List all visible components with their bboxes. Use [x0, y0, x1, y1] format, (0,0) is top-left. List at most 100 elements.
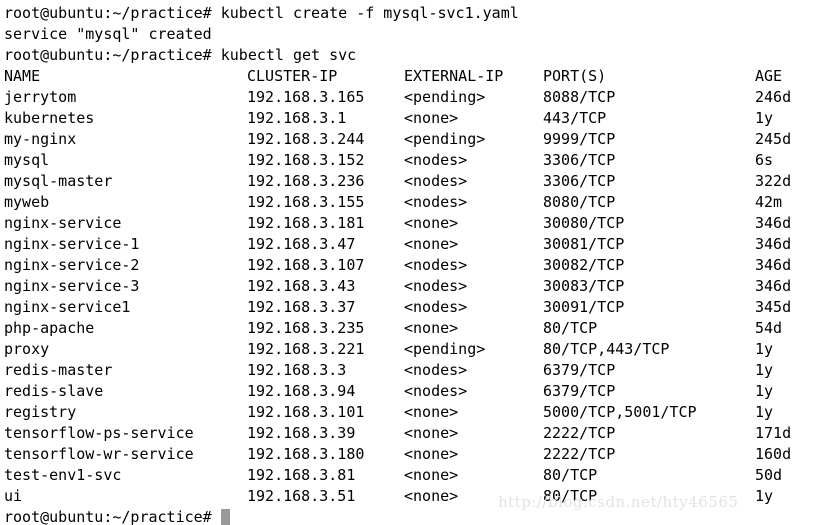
cell-ports: 9999/TCP [543, 130, 616, 148]
cell-cluster-ip: 192.168.3.244 [247, 130, 365, 148]
cell-external-ip: <none> [404, 319, 459, 337]
table-row: php-apache 192.168.3.235 <none> 80/TCP 54d [0, 318, 820, 339]
table-row: proxy 192.168.3.221 <pending> 80/TCP,443/TC… [0, 339, 820, 360]
cell-name: tensorflow-ps-service [4, 424, 194, 442]
cell-age: 1y [755, 109, 774, 127]
cell-external-ip: <pending> [404, 340, 486, 358]
table-header-ports: PORT(S) [543, 67, 607, 85]
cell-external-ip: <nodes> [404, 193, 468, 211]
cell-ports: 443/TCP [543, 109, 607, 127]
cell-age: 345d [755, 298, 792, 316]
cell-ports: 30080/TCP [543, 214, 625, 232]
table-row: myweb 192.168.3.155 <nodes> 8080/TCP 42m [0, 192, 820, 213]
cell-ports: 80/TCP [543, 466, 598, 484]
cell-name: nginx-service-3 [4, 277, 140, 295]
cell-age: 1y [755, 487, 774, 505]
cell-external-ip: <none> [404, 235, 459, 253]
cell-external-ip: <none> [404, 424, 459, 442]
cell-name: redis-slave [4, 382, 104, 400]
cell-age: 346d [755, 256, 792, 274]
table-header-age: AGE [755, 67, 783, 85]
cell-external-ip: <pending> [404, 88, 486, 106]
cell-name: php-apache [4, 319, 95, 337]
cell-cluster-ip: 192.168.3.94 [247, 382, 356, 400]
cell-external-ip: <nodes> [404, 277, 468, 295]
table-row: tensorflow-ps-service 192.168.3.39 <none> 2… [0, 423, 820, 444]
cell-external-ip: <none> [404, 445, 459, 463]
cell-cluster-ip: 192.168.3.107 [247, 256, 365, 274]
table-header-external-ip: EXTERNAL-IP [404, 67, 504, 85]
cell-cluster-ip: 192.168.3.51 [247, 487, 356, 505]
table-row: redis-master 192.168.3.3 <nodes> 6379/TCP 1y [0, 360, 820, 381]
cell-age: 346d [755, 214, 792, 232]
table-row: test-env1-svc 192.168.3.81 <none> 80/TCP 50d [0, 465, 820, 486]
table-row: redis-slave 192.168.3.94 <nodes> 6379/TCP 1y [0, 381, 820, 402]
prompt-string: root@ubuntu:~/practice# [4, 508, 212, 525]
cell-cluster-ip: 192.168.3.47 [247, 235, 356, 253]
cell-external-ip: <nodes> [404, 361, 468, 379]
cell-age: 6s [755, 151, 774, 169]
cell-external-ip: <none> [404, 466, 459, 484]
cell-name: ui [4, 487, 23, 505]
table-row: jerrytom 192.168.3.165 <pending> 8088/TCP 24… [0, 87, 820, 108]
cell-name: proxy [4, 340, 50, 358]
table-row: tensorflow-wr-service 192.168.3.180 <none>… [0, 444, 820, 465]
cell-name: my-nginx [4, 130, 77, 148]
terminal-screen: root@ubuntu:~/practice# kubectl create -… [0, 3, 820, 525]
cell-cluster-ip: 192.168.3.236 [247, 172, 365, 190]
cell-name: mysql [4, 151, 50, 169]
cell-cluster-ip: 192.168.3.39 [247, 424, 356, 442]
cell-name: nginx-service [4, 214, 122, 232]
cell-name: tensorflow-wr-service [4, 445, 194, 463]
cell-age: 346d [755, 277, 792, 295]
cell-age: 322d [755, 172, 792, 190]
cell-external-ip: <none> [404, 109, 459, 127]
cell-cluster-ip: 192.168.3.81 [247, 466, 356, 484]
cell-external-ip: <none> [404, 487, 459, 505]
cell-external-ip: <none> [404, 403, 459, 421]
table-header-row: NAME CLUSTER-IP EXTERNAL-IP PORT(S) AGE [0, 66, 820, 87]
table-row: mysql-master 192.168.3.236 <nodes> 3306/TCP… [0, 171, 820, 192]
cell-external-ip: <pending> [404, 130, 486, 148]
cell-age: 42m [755, 193, 783, 211]
cell-ports: 5000/TCP,5001/TCP [543, 403, 697, 421]
cell-name: test-env1-svc [4, 466, 122, 484]
table-row: mysql 192.168.3.152 <nodes> 3306/TCP 6s [0, 150, 820, 171]
cell-ports: 8088/TCP [543, 88, 616, 106]
cell-age: 246d [755, 88, 792, 106]
cell-name: nginx-service-2 [4, 256, 140, 274]
cell-age: 1y [755, 361, 774, 379]
cell-ports: 3306/TCP [543, 151, 616, 169]
cell-external-ip: <nodes> [404, 151, 468, 169]
cell-ports: 30083/TCP [543, 277, 625, 295]
output-line-service-created: service "mysql" created [0, 24, 820, 45]
cell-ports: 6379/TCP [543, 361, 616, 379]
cell-cluster-ip: 192.168.3.1 [247, 109, 347, 127]
table-header-name: NAME [4, 67, 41, 85]
cell-name: redis-master [4, 361, 113, 379]
cell-age: 160d [755, 445, 792, 463]
terminal-window[interactable]: root@ubuntu:~/practice# kubectl create -… [0, 0, 820, 525]
cell-cluster-ip: 192.168.3.3 [247, 361, 347, 379]
cell-external-ip: <none> [404, 214, 459, 232]
cell-cluster-ip: 192.168.3.101 [247, 403, 365, 421]
cell-age: 245d [755, 130, 792, 148]
cell-name: nginx-service1 [4, 298, 131, 316]
cell-cluster-ip: 192.168.3.37 [247, 298, 356, 316]
cell-external-ip: <nodes> [404, 256, 468, 274]
cell-cluster-ip: 192.168.3.155 [247, 193, 365, 211]
watermark-text: http://blog.csdn.net/hty46565 [498, 493, 739, 511]
output-text-service-created: service "mysql" created [4, 25, 212, 43]
cell-age: 54d [755, 319, 783, 337]
cell-age: 346d [755, 235, 792, 253]
cell-cluster-ip: 192.168.3.180 [247, 445, 365, 463]
table-row: registry 192.168.3.101 <none> 5000/TCP,5001… [0, 402, 820, 423]
cell-external-ip: <nodes> [404, 172, 468, 190]
table-row: nginx-service-3 192.168.3.43 <nodes> 30083/… [0, 276, 820, 297]
cell-ports: 2222/TCP [543, 424, 616, 442]
cell-name: nginx-service-1 [4, 235, 140, 253]
cell-cluster-ip: 192.168.3.235 [247, 319, 365, 337]
cell-name: mysql-master [4, 172, 113, 190]
cell-ports: 3306/TCP [543, 172, 616, 190]
cell-ports: 80/TCP,443/TCP [543, 340, 670, 358]
